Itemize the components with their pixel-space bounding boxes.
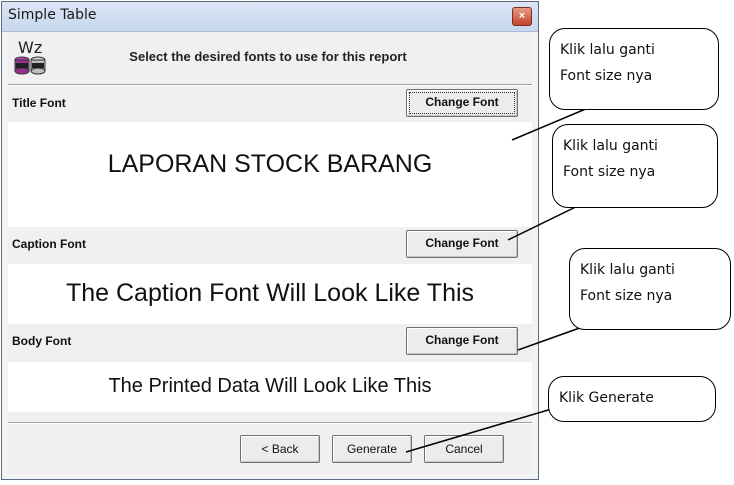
callout-pointer-line <box>517 324 589 351</box>
callout-text: Klik lalu ganti <box>560 42 655 58</box>
callout-generate: Klik Generate <box>548 376 716 422</box>
callout-title-font: Klik lalu ganti Font size nya <box>549 28 719 110</box>
callout-caption-font: Klik lalu ganti Font size nya <box>552 124 718 208</box>
callout-text: Font size nya <box>580 288 673 304</box>
callout-text: Klik lalu ganti <box>563 138 658 154</box>
callout-pointer-line <box>405 407 556 453</box>
callout-text: Klik lalu ganti <box>580 262 675 278</box>
callout-text: Font size nya <box>563 164 656 180</box>
callout-text: Font size nya <box>560 68 653 84</box>
callout-text: Klik Generate <box>559 390 654 406</box>
callout-body-font: Klik lalu ganti Font size nya <box>569 248 731 330</box>
